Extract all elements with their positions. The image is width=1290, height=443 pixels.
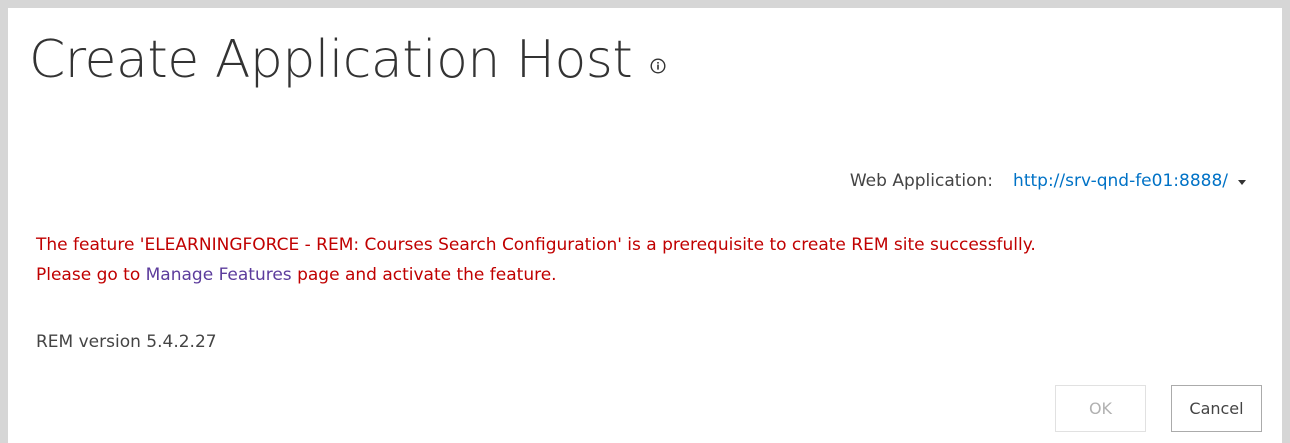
web-application-selector: Web Application: http://srv-qnd-fe01:888… — [850, 171, 1246, 191]
web-application-link[interactable]: http://srv-qnd-fe01:8888/ — [1013, 171, 1228, 191]
title-row: Create Application Host — [29, 34, 670, 86]
error-line-2: Please go to Manage Features page and ac… — [36, 260, 1036, 290]
error-line-1: The feature 'ELEARNINGFORCE - REM: Cours… — [36, 235, 1036, 255]
version-text: REM version 5.4.2.27 — [36, 332, 217, 352]
dialog-frame: Create Application Host Web Application:… — [0, 0, 1290, 443]
error-line-2-suffix: page and activate the feature. — [291, 265, 557, 285]
ok-button[interactable]: OK — [1055, 385, 1146, 432]
page-title: Create Application Host — [29, 30, 633, 90]
web-application-label: Web Application: — [849, 171, 994, 191]
manage-features-link[interactable]: Manage Features — [146, 265, 292, 285]
cancel-button[interactable]: Cancel — [1171, 385, 1262, 432]
chevron-down-icon[interactable] — [1238, 179, 1246, 185]
error-line-2-prefix: Please go to — [36, 265, 146, 285]
info-icon[interactable] — [646, 54, 670, 78]
error-message: The feature 'ELEARNINGFORCE - REM: Cours… — [36, 230, 1036, 290]
